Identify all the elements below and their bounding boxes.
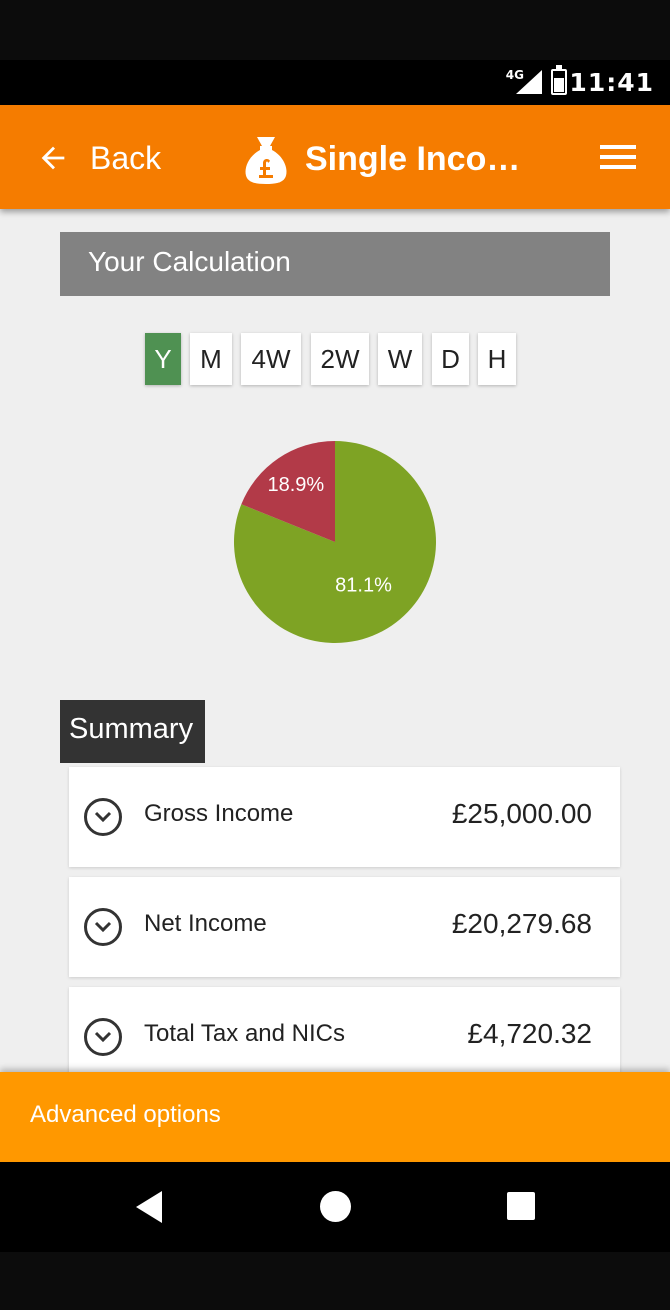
summary-row-gross-income[interactable]: Gross Income £25,000.00 (69, 767, 620, 867)
period-button-hour[interactable]: H (478, 333, 516, 385)
calculation-header: Your Calculation (60, 232, 610, 296)
row-label: Net Income (144, 910, 267, 937)
row-label: Total Tax and NICs (144, 1020, 345, 1047)
back-arrow-icon (41, 146, 65, 170)
row-value: £25,000.00 (451, 798, 592, 829)
period-button-day[interactable]: D (432, 333, 469, 385)
menu-line (600, 155, 636, 159)
pie-slice-label: 18.9% (267, 474, 324, 496)
status-time: 11:41 (569, 68, 654, 97)
period-button-year[interactable]: Y (145, 333, 181, 385)
expand-chevron-icon (84, 798, 122, 836)
nav-recents-icon[interactable] (507, 1192, 535, 1220)
period-button-month[interactable]: M (190, 333, 232, 385)
row-value: £4,720.32 (467, 1018, 592, 1049)
tax-pie-chart: 81.1% 18.9% (234, 441, 436, 643)
app-bar: Back Single Inco… (0, 105, 670, 209)
menu-line (600, 145, 636, 149)
expand-chevron-icon (84, 1018, 122, 1056)
row-label: Gross Income (144, 800, 294, 827)
signal-icon (516, 70, 542, 94)
row-value: £20,279.68 (451, 908, 592, 939)
page-title: Single Inco… (305, 139, 521, 178)
main-content: Your Calculation Y M 4W 2W W D H 81.1% 18… (0, 209, 670, 1072)
top-bezel (0, 0, 670, 60)
pie-slice-label: 81.1% (335, 574, 392, 596)
expand-chevron-icon (84, 908, 122, 946)
period-button-4week[interactable]: 4W (241, 333, 301, 385)
nav-back-icon[interactable] (136, 1191, 162, 1223)
summary-tab: Summary (60, 700, 205, 763)
summary-row-net-income[interactable]: Net Income £20,279.68 (69, 877, 620, 977)
money-bag-icon (245, 137, 287, 184)
period-button-week[interactable]: W (378, 333, 422, 385)
nav-home-icon[interactable] (320, 1191, 351, 1222)
menu-button[interactable] (600, 145, 636, 173)
menu-line (600, 165, 636, 169)
phone-screen: 4G 11:41 Back Single Inco… Your Calculat… (0, 0, 670, 1310)
back-label: Back (90, 139, 162, 176)
advanced-options-button[interactable]: Advanced options (0, 1072, 670, 1162)
system-nav-bar (0, 1162, 670, 1252)
bottom-bezel (0, 1252, 670, 1310)
status-bar: 4G 11:41 (0, 60, 670, 105)
back-button[interactable]: Back (36, 135, 161, 181)
app-title: Single Inco… (243, 133, 525, 185)
period-button-2week[interactable]: 2W (311, 333, 369, 385)
battery-icon (551, 65, 567, 95)
summary-row-total-tax[interactable]: Total Tax and NICs £4,720.32 (69, 987, 620, 1072)
